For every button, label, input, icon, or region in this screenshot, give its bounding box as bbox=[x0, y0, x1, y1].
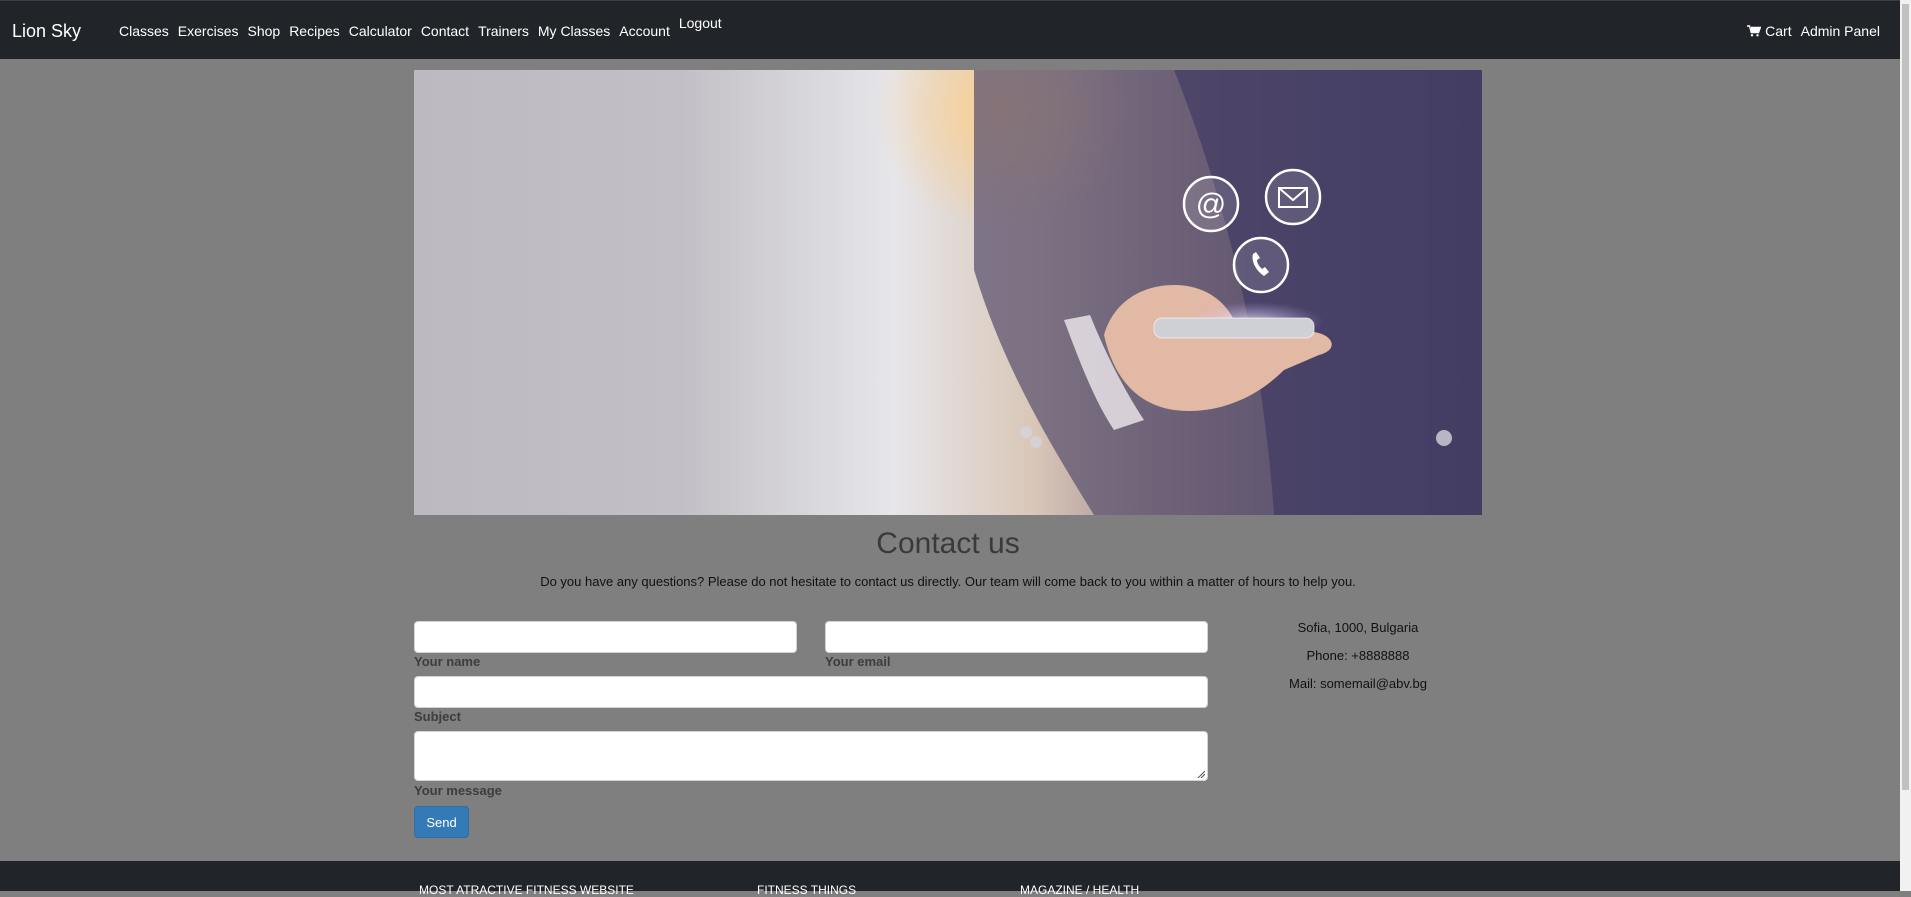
scrollbar-thumb[interactable] bbox=[1902, 4, 1909, 790]
cart-link[interactable]: Cart bbox=[1747, 23, 1792, 39]
navbar: Lion Sky Classes Exercises Shop Recipes … bbox=[0, 0, 1900, 59]
cart-label: Cart bbox=[1765, 23, 1792, 39]
envelope-icon bbox=[1264, 168, 1322, 226]
nav-account[interactable]: Account bbox=[619, 23, 670, 39]
nav-my-classes[interactable]: My Classes bbox=[538, 23, 610, 39]
svg-text:@: @ bbox=[1196, 188, 1226, 221]
footer-heading-2: FITNESS THINGS bbox=[757, 883, 857, 897]
at-sign-icon: @ bbox=[1182, 175, 1240, 233]
brand-link[interactable]: Lion Sky bbox=[12, 21, 81, 42]
phone-icon bbox=[1232, 236, 1290, 294]
message-label: Your message bbox=[414, 783, 502, 798]
nav-contact[interactable]: Contact bbox=[421, 23, 469, 39]
nav-calculator[interactable]: Calculator bbox=[349, 23, 412, 39]
mail-text: Mail: somemail@abv.bg bbox=[1289, 676, 1427, 691]
phone-text: Phone: +8888888 bbox=[1306, 648, 1410, 663]
nav-right: Cart Admin Panel bbox=[1738, 23, 1880, 39]
send-button[interactable]: Send bbox=[414, 806, 469, 838]
page-scrollbar[interactable] bbox=[1900, 0, 1911, 891]
hero-image: @ bbox=[414, 70, 1482, 515]
email-label: Your email bbox=[825, 654, 891, 669]
nav-classes[interactable]: Classes bbox=[119, 23, 169, 39]
page-title: Contact us bbox=[876, 527, 1020, 560]
nav-recipes[interactable]: Recipes bbox=[289, 23, 340, 39]
nav-trainers[interactable]: Trainers bbox=[478, 23, 529, 39]
cart-icon bbox=[1747, 25, 1762, 37]
subject-input[interactable] bbox=[414, 676, 1208, 708]
footer-heading-3: MAGAZINE / HEALTH bbox=[1020, 883, 1140, 897]
nav-logout[interactable]: Logout bbox=[679, 15, 722, 31]
contact-lead: Do you have any questions? Please do not… bbox=[540, 574, 1356, 589]
admin-panel-link[interactable]: Admin Panel bbox=[1801, 23, 1880, 39]
contact-info: Sofia, 1000, Bulgaria Phone: +8888888 Ma… bbox=[1208, 620, 1508, 704]
footer-heading-1: MOST ATRACTIVE FITNESS WEBSITE bbox=[419, 883, 634, 897]
nav-links: Classes Exercises Shop Recipes Calculato… bbox=[119, 15, 731, 39]
email-input[interactable] bbox=[825, 621, 1208, 653]
name-input[interactable] bbox=[414, 621, 797, 653]
hero-illustration bbox=[874, 70, 1482, 515]
resize-grip-icon[interactable] bbox=[1197, 770, 1205, 778]
nav-exercises[interactable]: Exercises bbox=[178, 23, 239, 39]
nav-shop[interactable]: Shop bbox=[247, 23, 280, 39]
footer: MOST ATRACTIVE FITNESS WEBSITE FITNESS T… bbox=[0, 861, 1900, 897]
message-textarea[interactable] bbox=[414, 731, 1208, 781]
name-label: Your name bbox=[414, 654, 481, 669]
subject-label: Subject bbox=[414, 709, 461, 724]
address-text: Sofia, 1000, Bulgaria bbox=[1297, 620, 1419, 635]
